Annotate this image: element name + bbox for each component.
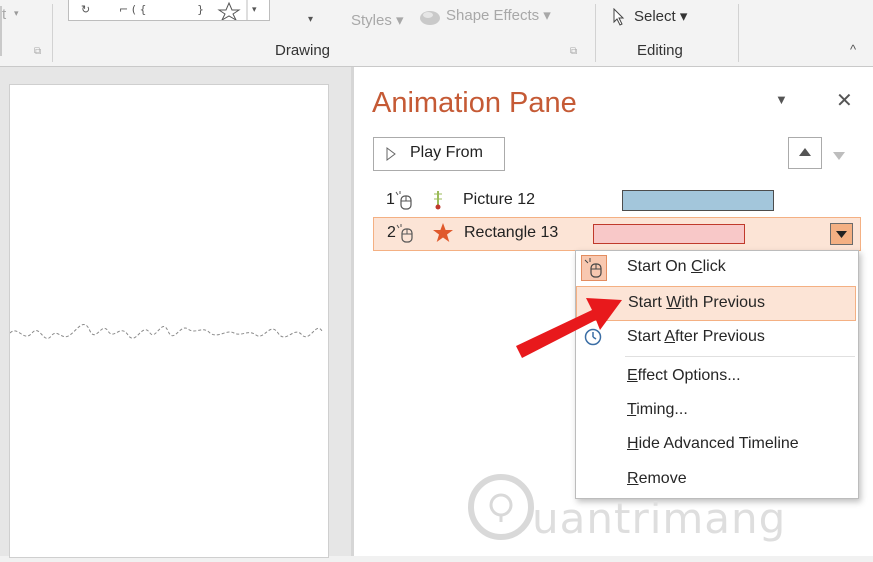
menu-separator bbox=[625, 356, 855, 357]
ribbon-edge bbox=[0, 6, 2, 56]
select-cursor-icon bbox=[612, 7, 626, 31]
svg-text:▾: ▾ bbox=[252, 5, 257, 15]
star-effect-icon bbox=[433, 223, 453, 242]
item-dropdown-button[interactable] bbox=[830, 223, 853, 245]
mouse-click-icon bbox=[395, 191, 412, 210]
pane-title: Animation Pane bbox=[372, 87, 577, 119]
animation-list-item[interactable]: 1 Picture 12 bbox=[373, 184, 861, 216]
menu-item-label: Start After Previous bbox=[627, 328, 765, 345]
item-number: 2 bbox=[387, 224, 396, 241]
pane-options-icon[interactable]: ▼ bbox=[775, 92, 788, 107]
ribbon-separator bbox=[738, 4, 739, 62]
menu-item-label: Hide Advanced Timeline bbox=[627, 435, 799, 452]
ribbon-separator bbox=[52, 4, 53, 62]
menu-item-start-on-click[interactable]: Start On Click bbox=[576, 251, 856, 284]
ribbon-partial-label: t bbox=[2, 6, 7, 23]
timeline-bar[interactable] bbox=[593, 224, 745, 244]
select-button[interactable]: Select ▾ bbox=[634, 7, 687, 25]
item-label: Picture 12 bbox=[463, 191, 536, 208]
down-arrow-icon bbox=[833, 152, 845, 160]
svg-text:}: } bbox=[197, 3, 204, 16]
slide-canvas[interactable] bbox=[9, 84, 329, 558]
up-arrow-icon bbox=[799, 148, 811, 156]
menu-item-timing[interactable]: Timing... bbox=[576, 394, 856, 427]
dialog-launcher-icon[interactable]: ⧉ bbox=[34, 46, 41, 57]
styles-button[interactable]: Styles ▾ bbox=[351, 11, 404, 29]
play-from-button[interactable]: Play From bbox=[373, 137, 505, 171]
collapse-ribbon-icon[interactable]: ^ bbox=[850, 42, 856, 57]
watermark-logo bbox=[468, 474, 534, 540]
svg-text:⌐ ( {: ⌐ ( { bbox=[119, 3, 147, 16]
menu-item-label: Effect Options... bbox=[627, 367, 741, 384]
move-up-button[interactable] bbox=[788, 137, 822, 169]
timeline-bar[interactable] bbox=[622, 190, 774, 211]
drawing-dialog-launcher-icon[interactable]: ⧉ bbox=[570, 46, 577, 57]
chevron-down-icon bbox=[836, 231, 847, 238]
close-icon[interactable]: ✕ bbox=[836, 88, 853, 113]
play-from-label: Play From bbox=[410, 144, 483, 161]
animation-list-item-selected[interactable]: 2 Rectangle 13 bbox=[373, 217, 861, 251]
play-icon bbox=[386, 147, 396, 161]
shapes-gallery-icons: ↻ ⌐ ( { } ▾ bbox=[81, 0, 257, 22]
editing-group-label: Editing bbox=[637, 42, 683, 59]
menu-item-label: Start With Previous bbox=[628, 294, 765, 311]
entrance-effect-icon bbox=[434, 191, 442, 210]
item-label: Rectangle 13 bbox=[464, 224, 559, 241]
menu-item-hide-advanced-timeline[interactable]: Hide Advanced Timeline bbox=[576, 428, 856, 461]
menu-item-label: Remove bbox=[627, 470, 687, 487]
dropdown-arrow-icon[interactable]: ▾ bbox=[14, 8, 19, 19]
ribbon-separator bbox=[595, 4, 596, 62]
red-arrow-annotation bbox=[516, 298, 622, 358]
menu-item-remove[interactable]: Remove bbox=[576, 463, 856, 496]
shape-effects-icon bbox=[418, 6, 442, 31]
gallery-more-icon[interactable]: ▾ bbox=[308, 14, 313, 25]
move-down-button[interactable] bbox=[833, 147, 845, 165]
menu-item-label: Start On Click bbox=[627, 258, 726, 275]
item-number: 1 bbox=[386, 191, 395, 208]
shapes-gallery[interactable]: ↻ ⌐ ( { } ▾ bbox=[68, 0, 270, 22]
shape-effects-button[interactable]: Shape Effects ▾ bbox=[446, 6, 551, 24]
dashed-signature-drawing bbox=[9, 324, 323, 339]
mouse-click-icon bbox=[581, 255, 607, 281]
menu-item-label: Timing... bbox=[627, 401, 688, 418]
drawing-group-label: Drawing bbox=[275, 42, 331, 59]
watermark-text: uantrimang bbox=[532, 494, 787, 543]
mouse-click-icon bbox=[396, 224, 413, 243]
svg-text:↻: ↻ bbox=[81, 3, 90, 16]
